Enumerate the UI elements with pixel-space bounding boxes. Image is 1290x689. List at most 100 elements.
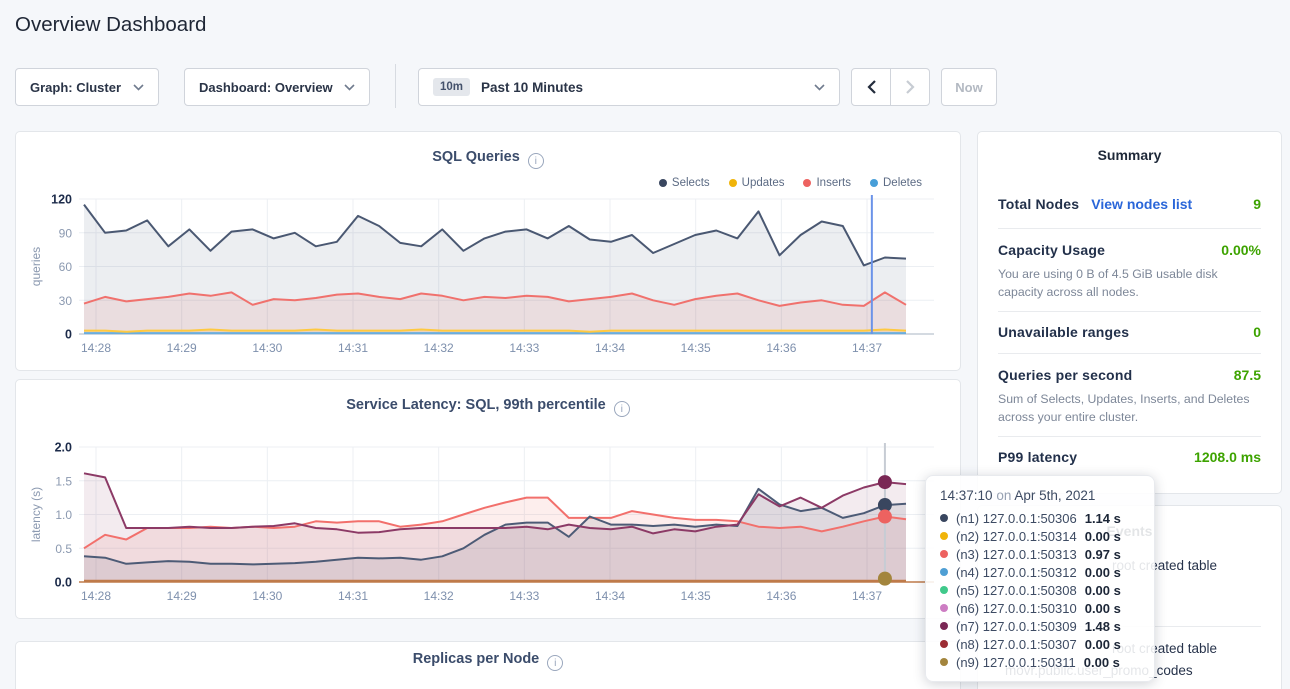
svg-text:30: 30 xyxy=(59,294,73,308)
tooltip-node-row: (n9) 127.0.0.1:503110.00 s xyxy=(940,653,1140,671)
node-color-dot-icon xyxy=(940,586,948,594)
svg-text:2.0: 2.0 xyxy=(55,441,72,455)
info-icon[interactable]: i xyxy=(547,655,563,671)
tooltip-node-row: (n6) 127.0.0.1:50310 0.00 s xyxy=(940,599,1140,617)
tooltip-node-row: (n1) 127.0.0.1:50306 1.14 s xyxy=(940,509,1140,527)
tooltip-node-value: 0.00 s xyxy=(1085,583,1121,598)
svg-text:14:37: 14:37 xyxy=(852,589,882,603)
time-next-button[interactable] xyxy=(890,68,930,106)
svg-text:60: 60 xyxy=(59,260,73,274)
svg-text:14:29: 14:29 xyxy=(167,589,197,603)
svg-text:1.5: 1.5 xyxy=(55,474,72,488)
svg-text:14:30: 14:30 xyxy=(252,589,282,603)
svg-text:14:34: 14:34 xyxy=(595,589,625,603)
summary-row-unavailable: Unavailable ranges 0 xyxy=(998,324,1261,340)
summary-panel: Summary Total Nodes View nodes list 9 Ca… xyxy=(977,131,1282,494)
p99-latency-value: 1208.0 ms xyxy=(1194,449,1261,465)
qps-description: Sum of Selects, Updates, Inserts, and De… xyxy=(998,390,1260,427)
divider xyxy=(998,228,1261,229)
graph-dropdown[interactable]: Graph: Cluster xyxy=(15,68,159,106)
svg-text:14:32: 14:32 xyxy=(424,589,454,603)
tooltip-node-value: 0.00 s xyxy=(1085,637,1121,652)
svg-text:120: 120 xyxy=(51,193,72,207)
tooltip-node-value: 0.00 s xyxy=(1085,529,1121,544)
summary-row-capacity: Capacity Usage 0.00% xyxy=(998,242,1261,258)
tooltip-node-row: (n2) 127.0.0.1:50314 0.00 s xyxy=(940,527,1140,545)
tooltip-node-value: 0.00 s xyxy=(1084,655,1120,670)
tooltip-node-value: 0.97 s xyxy=(1085,547,1121,562)
tooltip-timestamp: 14:37:10 on Apr 5th, 2021 xyxy=(940,488,1140,503)
tooltip-node-label: (n7) 127.0.0.1:50309 xyxy=(956,619,1077,634)
svg-text:0: 0 xyxy=(65,328,72,342)
capacity-value: 0.00% xyxy=(1221,242,1261,258)
divider xyxy=(998,311,1261,312)
svg-text:90: 90 xyxy=(59,226,73,240)
summary-row-qps: Queries per second 87.5 xyxy=(998,367,1261,383)
unavailable-ranges-value: 0 xyxy=(1253,324,1261,340)
graph-dropdown-label: Graph: Cluster xyxy=(30,80,121,95)
time-prev-button[interactable] xyxy=(851,68,891,106)
tooltip-node-label: (n4) 127.0.0.1:50312 xyxy=(956,565,1077,580)
view-nodes-list-link[interactable]: View nodes list xyxy=(1091,196,1192,212)
tooltip-node-label: (n3) 127.0.0.1:50313 xyxy=(956,547,1077,562)
service-latency-card: Service Latency: SQL, 99th percentilei 0… xyxy=(15,379,961,619)
total-nodes-value: 9 xyxy=(1253,196,1261,212)
tooltip-node-label: (n6) 127.0.0.1:50310 xyxy=(956,601,1077,616)
divider xyxy=(998,436,1261,437)
node-color-dot-icon xyxy=(940,550,948,558)
svg-text:14:28: 14:28 xyxy=(81,341,111,355)
tooltip-node-row: (n3) 127.0.0.1:50313 0.97 s xyxy=(940,545,1140,563)
svg-text:14:32: 14:32 xyxy=(424,341,454,355)
summary-row-total-nodes: Total Nodes View nodes list 9 xyxy=(998,196,1261,212)
svg-text:14:33: 14:33 xyxy=(509,589,539,603)
service-latency-chart[interactable]: 0.0 0.5 1.0 1.5 2.0 14:28 14:29 14:30 14:31 14:32… xyxy=(16,380,960,618)
tooltip-node-label: (n8) 127.0.0.1:50307 xyxy=(956,637,1077,652)
tooltip-node-label: (n1) 127.0.0.1:50306 xyxy=(956,511,1077,526)
page-title: Overview Dashboard xyxy=(15,13,206,37)
sql-queries-chart[interactable]: 030609012014:2814:2914:3014:3114:3214:33… xyxy=(16,132,960,370)
overview-dashboard-screen: Overview Dashboard Graph: Cluster Dashbo… xyxy=(0,0,1290,689)
chevron-down-icon xyxy=(133,84,144,91)
tooltip-node-value: 0.00 s xyxy=(1085,601,1121,616)
dashboard-dropdown-label: Dashboard: Overview xyxy=(199,80,333,95)
sql-queries-card: SQL Queriesi SelectsUpdatesInsertsDelete… xyxy=(15,131,961,371)
node-color-dot-icon xyxy=(940,658,948,666)
svg-text:0.5: 0.5 xyxy=(55,542,72,556)
svg-text:0.0: 0.0 xyxy=(55,576,72,590)
replicas-per-node-card: Replicas per Node i xyxy=(15,641,961,689)
dashboard-dropdown[interactable]: Dashboard: Overview xyxy=(184,68,370,106)
svg-text:latency (s): latency (s) xyxy=(29,487,43,542)
svg-text:14:33: 14:33 xyxy=(509,341,539,355)
tooltip-node-value: 1.14 s xyxy=(1085,511,1121,526)
node-color-dot-icon xyxy=(940,514,948,522)
tooltip-node-label: (n5) 127.0.0.1:50308 xyxy=(956,583,1077,598)
svg-text:14:31: 14:31 xyxy=(338,589,368,603)
capacity-description: You are using 0 B of 4.5 GiB usable disk… xyxy=(998,265,1260,302)
node-color-dot-icon xyxy=(940,604,948,612)
svg-text:14:30: 14:30 xyxy=(252,341,282,355)
tooltip-node-value: 0.00 s xyxy=(1085,565,1121,580)
tooltip-node-value: 1.48 s xyxy=(1085,619,1121,634)
tooltip-node-row: (n7) 127.0.0.1:50309 1.48 s xyxy=(940,617,1140,635)
qps-value: 87.5 xyxy=(1234,367,1261,383)
tooltip-node-label: (n2) 127.0.0.1:50314 xyxy=(956,529,1077,544)
svg-text:1.0: 1.0 xyxy=(55,508,72,522)
summary-title: Summary xyxy=(978,147,1281,163)
svg-text:14:37: 14:37 xyxy=(852,341,882,355)
now-button[interactable]: Now xyxy=(941,68,997,106)
chart-title: Replicas per Node xyxy=(413,651,540,667)
svg-text:14:35: 14:35 xyxy=(681,341,711,355)
tooltip-node-rows: (n1) 127.0.0.1:503061.14 s(n2) 127.0.0.1… xyxy=(940,509,1140,671)
divider xyxy=(998,353,1261,354)
tooltip-node-row: (n5) 127.0.0.1:50308 0.00 s xyxy=(940,581,1140,599)
node-color-dot-icon xyxy=(940,640,948,648)
chevron-right-icon xyxy=(906,80,915,94)
chevron-left-icon xyxy=(867,80,876,94)
chevron-down-icon xyxy=(814,84,825,91)
svg-text:14:28: 14:28 xyxy=(81,589,111,603)
svg-text:14:29: 14:29 xyxy=(167,341,197,355)
time-range-badge: 10m xyxy=(433,78,470,96)
time-range-picker[interactable]: 10m Past 10 Minutes xyxy=(418,68,840,106)
svg-text:14:35: 14:35 xyxy=(681,589,711,603)
node-color-dot-icon xyxy=(940,622,948,630)
